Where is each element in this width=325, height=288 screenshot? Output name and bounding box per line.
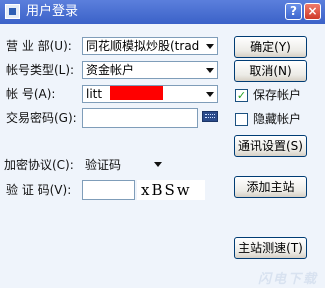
encrypt-label: 加密协议(C): — [4, 158, 74, 172]
keyboard-icon[interactable] — [202, 111, 218, 122]
account-label: 帐 号(A): — [6, 87, 56, 101]
captcha-image[interactable]: xBSw — [137, 180, 205, 200]
broker-label: 营 业 部(U): — [6, 39, 72, 53]
app-icon — [5, 4, 20, 19]
server-test-button[interactable]: 主站测速(T) — [234, 237, 307, 259]
chevron-down-icon[interactable] — [154, 162, 162, 167]
password-label: 交易密码(G): — [6, 111, 77, 125]
hide-account-checkbox[interactable] — [235, 113, 248, 126]
chevron-down-icon — [206, 92, 214, 97]
account-type-select[interactable]: 资金帐户 — [82, 61, 218, 79]
comm-settings-button[interactable]: 通讯设置(S) — [234, 135, 307, 157]
broker-value: 同花顺模拟炒股(trad — [86, 39, 200, 53]
help-button[interactable]: ? — [285, 3, 302, 20]
confirm-button[interactable]: 确定(Y) — [234, 36, 307, 58]
chevron-down-icon — [206, 44, 214, 49]
chevron-down-icon — [206, 68, 214, 73]
close-button[interactable]: × — [304, 3, 321, 20]
account-type-label: 帐号类型(L): — [6, 63, 75, 77]
cancel-button[interactable]: 取消(N) — [234, 60, 307, 82]
broker-select[interactable]: 同花顺模拟炒股(trad — [82, 37, 218, 55]
password-input[interactable] — [82, 108, 198, 128]
add-server-button[interactable]: 添加主站 — [234, 176, 307, 198]
redaction-mark — [110, 86, 163, 100]
account-type-value: 资金帐户 — [86, 63, 135, 77]
window-title: 用户登录 — [26, 4, 79, 19]
account-value: litt — [86, 87, 103, 101]
encrypt-value[interactable]: 验证码 — [85, 157, 121, 173]
save-account-label: 保存帐户 — [253, 88, 302, 102]
watermark: 闪电下载 — [258, 272, 319, 287]
hide-account-label: 隐藏帐户 — [253, 112, 302, 126]
login-window: 用户登录 ? × 营 业 部(U): 同花顺模拟炒股(trad 确定(Y) 帐号… — [0, 0, 325, 288]
save-account-checkbox[interactable]: ✓ — [235, 89, 248, 102]
captcha-label: 验 证 码(V): — [6, 183, 72, 197]
captcha-input[interactable] — [82, 180, 135, 200]
title-bar: 用户登录 ? × — [0, 0, 325, 24]
